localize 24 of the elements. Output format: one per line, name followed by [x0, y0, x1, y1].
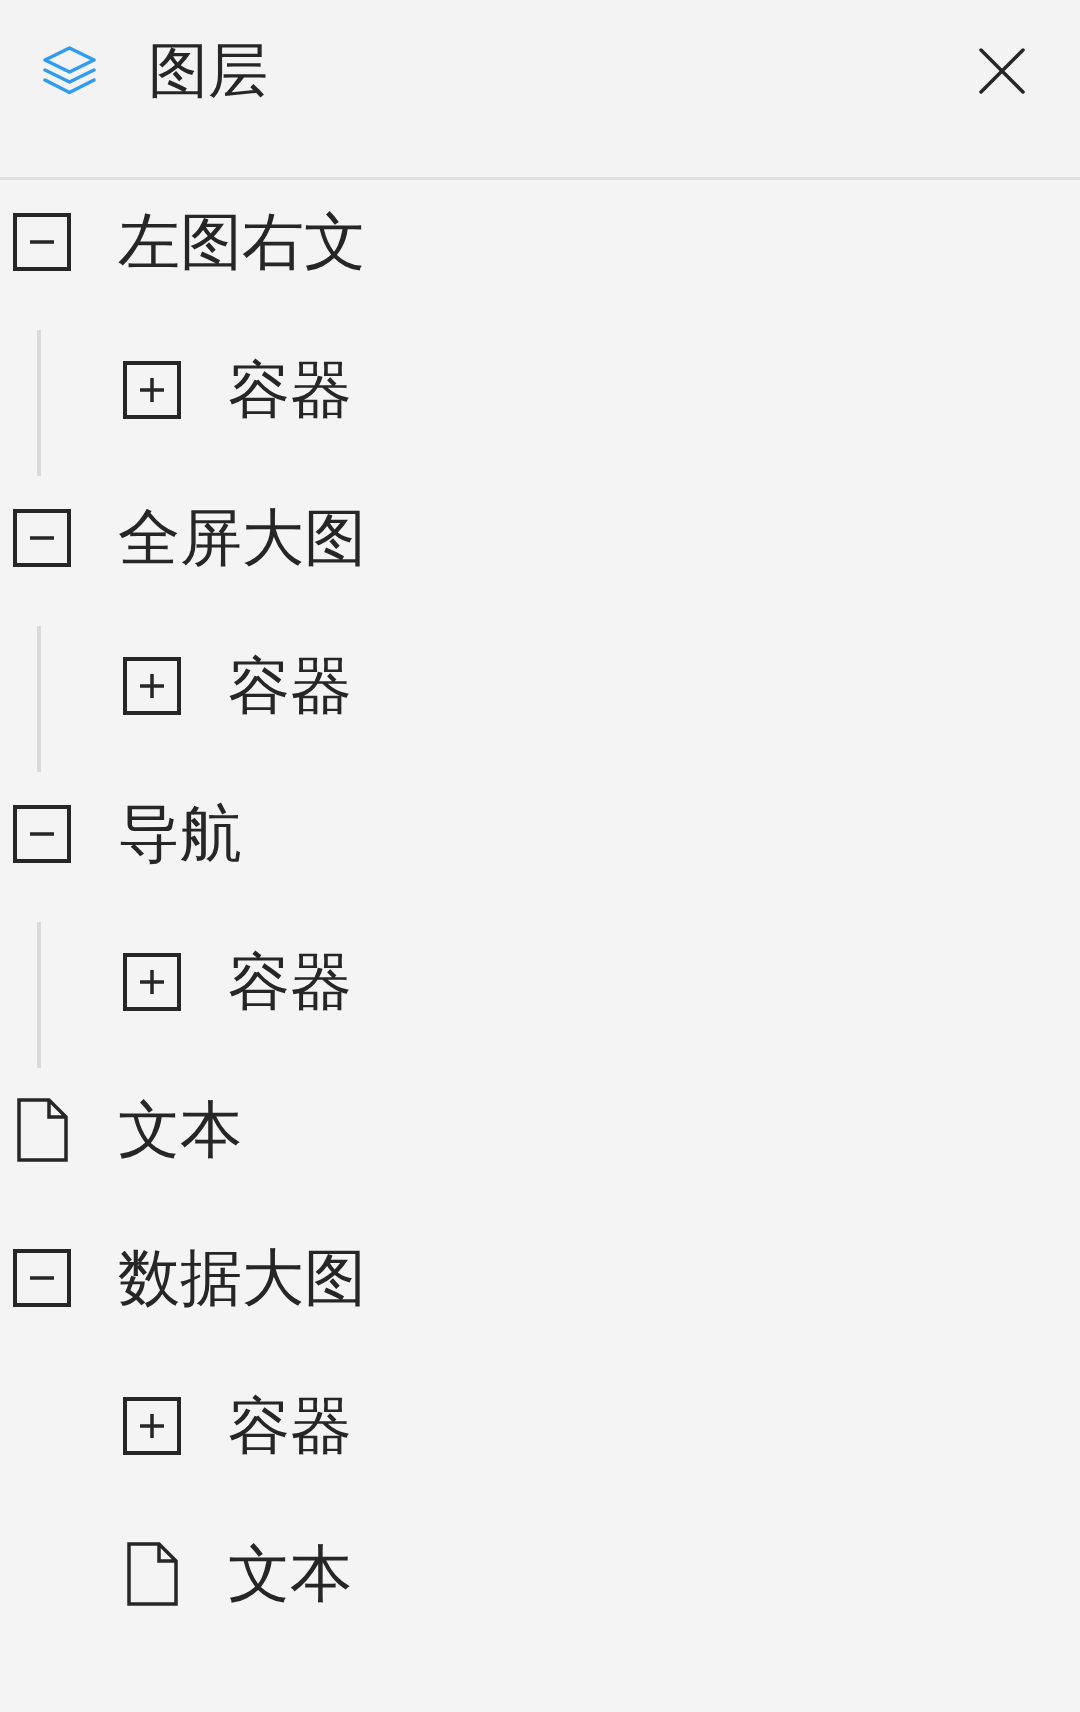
file-icon	[126, 1542, 178, 1606]
plus-square-icon[interactable]	[123, 657, 181, 715]
plus-square-icon[interactable]	[123, 1397, 181, 1455]
close-button[interactable]	[978, 46, 1026, 95]
panel-title: 图层	[148, 40, 268, 101]
tree-item-label[interactable]: 容器	[228, 655, 352, 717]
tree-item-label[interactable]: 文本	[228, 1543, 352, 1605]
tree-item-label[interactable]: 数据大图	[118, 1247, 366, 1309]
tree-item-label[interactable]: 导航	[118, 803, 242, 865]
tree-item-label[interactable]: 容器	[228, 1395, 352, 1457]
minus-square-icon[interactable]	[13, 213, 71, 271]
plus-square-icon[interactable]	[123, 953, 181, 1011]
tree-item-label[interactable]: 容器	[228, 359, 352, 421]
tree-item-label[interactable]: 容器	[228, 951, 352, 1013]
minus-square-icon[interactable]	[13, 509, 71, 567]
minus-square-icon[interactable]	[13, 805, 71, 863]
tree-item-label[interactable]: 左图右文	[118, 211, 366, 273]
minus-square-icon[interactable]	[13, 1249, 71, 1307]
file-icon	[16, 1098, 68, 1162]
tree-item-label[interactable]: 文本	[118, 1099, 242, 1161]
close-icon	[978, 46, 1026, 95]
layers-icon	[43, 46, 96, 95]
tree-item-label[interactable]: 全屏大图	[118, 507, 366, 569]
plus-square-icon[interactable]	[123, 361, 181, 419]
